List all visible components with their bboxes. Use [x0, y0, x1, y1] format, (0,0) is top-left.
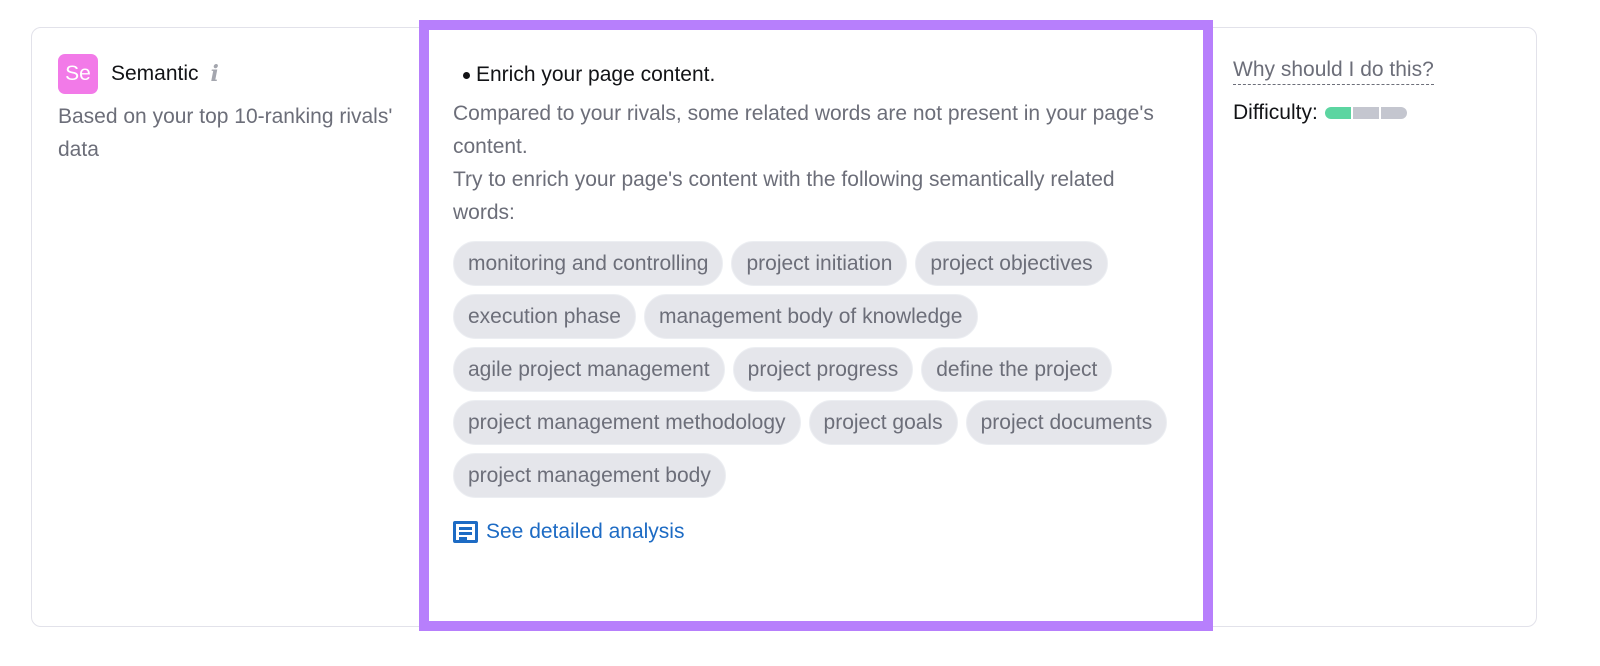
section-title: Semantic [111, 62, 199, 85]
description-line-1: Compared to your rivals, some related wo… [453, 102, 1154, 158]
related-word-chip: monitoring and controlling [453, 241, 724, 286]
heading-text: Enrich your page content. [476, 63, 716, 86]
related-word-chip: execution phase [453, 294, 636, 339]
difficulty-meter [1324, 107, 1407, 119]
semantic-logo: Se [58, 54, 98, 94]
section-subtitle: Based on your top 10-ranking rivals' dat… [58, 105, 393, 161]
related-word-chip: project management methodology [453, 400, 801, 445]
related-word-chip: management body of knowledge [643, 294, 978, 339]
link-label: See detailed analysis [486, 520, 685, 543]
related-word-chip: project objectives [915, 241, 1108, 286]
description-line-2: Try to enrich your page's content with t… [453, 168, 1115, 224]
recommendation-panel: Enrich your page content. Compared to yo… [419, 20, 1213, 631]
recommendation-heading: Enrich your page content. [453, 60, 1183, 90]
bullet-icon [463, 71, 470, 79]
related-word-chip: project management body [453, 453, 726, 498]
related-word-chip: project initiation [731, 241, 908, 286]
related-word-chip: define the project [921, 347, 1113, 392]
see-detailed-analysis-link[interactable]: See detailed analysis [453, 520, 1183, 544]
related-words-list: monitoring and controlling project initia… [453, 241, 1183, 498]
difficulty-segment [1352, 107, 1379, 119]
recommendation-description: Compared to your rivals, some related wo… [453, 97, 1173, 229]
side-info: Why should I do this? Difficulty: [1233, 56, 1523, 125]
why-should-i-do-this-link[interactable]: Why should I do this? [1233, 56, 1434, 85]
info-icon[interactable]: i [211, 61, 219, 87]
related-word-chip: project documents [965, 400, 1168, 445]
difficulty-segment [1380, 107, 1407, 119]
related-word-chip: project goals [808, 400, 958, 445]
title-row: Se Semantic i [58, 54, 408, 94]
difficulty-row: Difficulty: [1233, 101, 1523, 125]
related-word-chip: project progress [732, 347, 914, 392]
related-word-chip: agile project management [453, 347, 725, 392]
difficulty-segment [1324, 107, 1351, 119]
difficulty-label: Difficulty: [1233, 101, 1318, 124]
document-icon [453, 521, 478, 543]
section-header: Se Semantic i Based on your top 10-ranki… [58, 54, 408, 166]
